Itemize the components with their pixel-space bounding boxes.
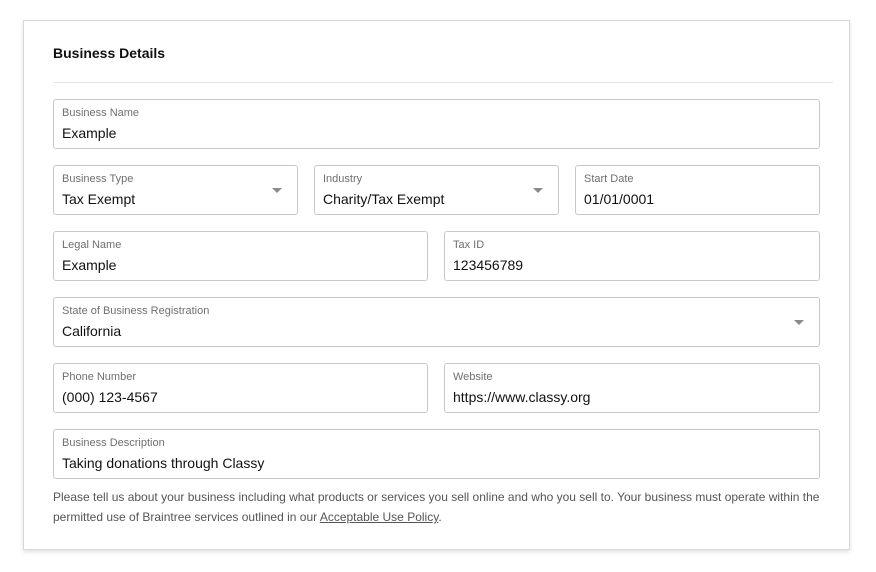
chevron-down-icon — [272, 188, 282, 193]
business-details-card: Business Details Business Name Example B… — [23, 20, 850, 550]
start-date-field[interactable]: Start Date 01/01/0001 — [575, 165, 820, 215]
business-type-label: Business Type — [62, 173, 134, 185]
business-description-value: Taking donations through Classy — [62, 455, 265, 471]
industry-label: Industry — [323, 173, 363, 185]
website-label: Website — [453, 371, 493, 383]
legal-name-field[interactable]: Legal Name Example — [53, 231, 428, 281]
phone-number-field[interactable]: Phone Number (000) 123-4567 — [53, 363, 428, 413]
business-name-field[interactable]: Business Name Example — [53, 99, 820, 149]
business-type-select[interactable]: Business Type Tax Exempt — [53, 165, 298, 215]
start-date-label: Start Date — [584, 173, 634, 185]
legal-name-value: Example — [62, 257, 117, 273]
state-registration-select[interactable]: State of Business Registration Californi… — [53, 297, 820, 347]
start-date-value: 01/01/0001 — [584, 191, 655, 207]
help-text-end: . — [438, 510, 442, 524]
business-type-value: Tax Exempt — [62, 191, 136, 207]
state-registration-value: California — [62, 323, 122, 339]
business-name-label: Business Name — [62, 107, 140, 119]
business-description-label: Business Description — [62, 437, 165, 449]
phone-number-label: Phone Number — [62, 371, 136, 383]
industry-select[interactable]: Industry Charity/Tax Exempt — [314, 165, 559, 215]
chevron-down-icon — [533, 188, 543, 193]
chevron-down-icon — [794, 320, 804, 325]
acceptable-use-policy-link[interactable]: Acceptable Use Policy — [320, 510, 439, 524]
tax-id-value: 123456789 — [453, 257, 524, 273]
tax-id-label: Tax ID — [453, 239, 485, 251]
state-registration-label: State of Business Registration — [62, 305, 210, 317]
divider — [53, 82, 833, 83]
website-field[interactable]: Website https://www.classy.org — [444, 363, 820, 413]
help-text: Please tell us about your business inclu… — [53, 487, 823, 527]
industry-value: Charity/Tax Exempt — [323, 191, 445, 207]
section-title: Business Details — [53, 45, 166, 61]
phone-number-value: (000) 123-4567 — [62, 389, 158, 405]
business-name-value: Example — [62, 125, 117, 141]
website-value: https://www.classy.org — [453, 389, 591, 405]
legal-name-label: Legal Name — [62, 239, 122, 251]
tax-id-field[interactable]: Tax ID 123456789 — [444, 231, 820, 281]
business-description-field[interactable]: Business Description Taking donations th… — [53, 429, 820, 479]
